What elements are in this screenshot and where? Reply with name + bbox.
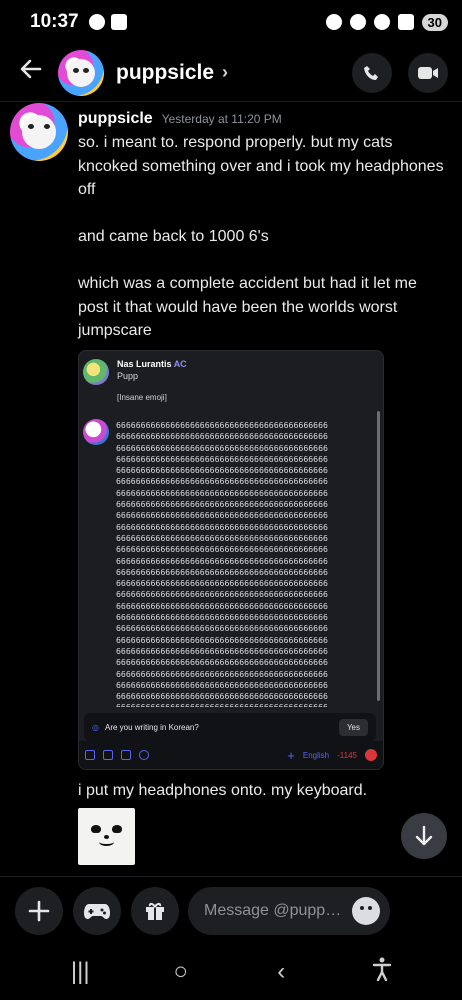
app-notification-icon <box>110 14 127 30</box>
attachment-toolbar: + English -1145 <box>79 741 383 769</box>
back-button[interactable]: ‹ <box>261 958 301 986</box>
clock: 10:37 <box>30 11 79 32</box>
attachment-message: [Insane emoji] <box>117 393 167 402</box>
basketball-notification-icon <box>88 14 105 30</box>
recents-button[interactable]: ||| <box>60 958 100 986</box>
author-avatar[interactable] <box>10 103 68 161</box>
plus-icon: + <box>287 747 295 763</box>
message-input[interactable]: Message @pupp… <box>188 887 390 935</box>
sixes-text-block: 6666666666666666666666666666666666666666… <box>116 420 328 707</box>
message-timestamp: Yesterday at 11:20 PM <box>161 112 282 126</box>
gift-icon <box>146 902 164 920</box>
korean-prompt-text: Are you writing in Korean? <box>104 722 199 732</box>
attachment-username: Nas Lurantis <box>117 359 172 369</box>
app-icon <box>85 750 95 760</box>
emoji-icon <box>139 750 149 760</box>
warning-dot-icon <box>365 749 377 761</box>
home-button[interactable]: ○ <box>161 958 201 986</box>
message-text: and came back to 1000 6's <box>78 228 269 245</box>
avatar <box>83 419 109 445</box>
scrollbar <box>377 411 380 701</box>
sticker-icon <box>103 750 113 760</box>
channel-name: puppsicle <box>116 60 215 84</box>
dm-avatar[interactable] <box>58 49 104 96</box>
language-label: English <box>302 750 330 760</box>
back-arrow-icon[interactable] <box>18 56 58 89</box>
voice-call-button[interactable] <box>352 52 392 93</box>
emoji-picker-icon[interactable] <box>352 897 380 925</box>
avatar <box>83 359 109 385</box>
globe-icon: ◎ <box>92 722 99 732</box>
dm-header: puppsicle › <box>0 44 462 102</box>
jump-to-present-button[interactable] <box>401 813 447 859</box>
author-name[interactable]: puppsicle <box>78 110 153 128</box>
message-text: which was a complete accident but had it… <box>78 275 417 339</box>
message-text: so. i meant to. respond properly. but my… <box>78 134 444 198</box>
korean-prompt-bar: ◎ Are you writing in Korean? Yes <box>84 713 376 741</box>
activities-button[interactable] <box>73 887 121 935</box>
plus-icon <box>28 900 50 922</box>
dnd-icon <box>325 14 342 30</box>
image-attachment[interactable]: Nas Lurantis AC Pupp [Insane emoji] 6666… <box>78 350 384 770</box>
add-attachment-button[interactable] <box>15 887 63 935</box>
message-composer: Message @pupp… <box>0 876 462 944</box>
gif-icon <box>121 750 131 760</box>
battery-indicator: 30 <box>421 13 448 31</box>
yes-button: Yes <box>338 718 368 736</box>
cat-emoji-image[interactable] <box>78 808 135 865</box>
arrow-down-icon <box>415 825 433 846</box>
attachment-subtext: Pupp <box>117 371 139 381</box>
phone-call-icon <box>364 65 378 80</box>
signal-icon <box>397 14 414 30</box>
status-bar: 10:37 30 <box>0 0 462 44</box>
chevron-right-icon: › <box>222 62 229 82</box>
accessibility-icon[interactable] <box>362 957 402 988</box>
gift-button[interactable] <box>131 887 179 935</box>
wifi-icon <box>373 14 390 30</box>
video-call-button[interactable] <box>408 52 448 93</box>
gamepad-icon <box>84 904 110 919</box>
message: puppsicle Yesterday at 11:20 PM so. i me… <box>78 110 448 343</box>
message-text: i put my headphones onto. my keyboard. <box>78 782 368 799</box>
location-icon <box>349 14 366 30</box>
channel-title[interactable]: puppsicle › <box>116 61 228 85</box>
attachment-tag: AC <box>173 359 187 369</box>
video-camera-icon <box>418 66 438 79</box>
message-placeholder: Message @pupp… <box>204 902 342 919</box>
system-nav-bar: ||| ○ ‹ <box>0 944 462 1000</box>
char-count: -1145 <box>337 750 357 760</box>
